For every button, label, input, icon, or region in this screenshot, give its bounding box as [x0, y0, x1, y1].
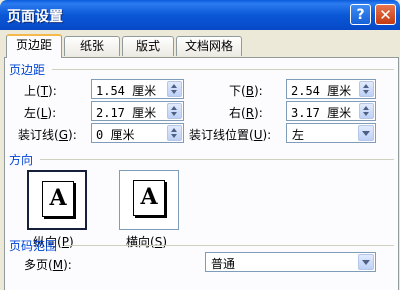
- multiple-pages-dropdown[interactable]: 普通: [205, 252, 376, 272]
- landscape-option[interactable]: A: [119, 170, 179, 230]
- chevron-down-icon[interactable]: [358, 254, 374, 270]
- tab-paper[interactable]: 纸张: [64, 36, 120, 56]
- landscape-label[interactable]: 横向(S): [126, 233, 167, 250]
- portrait-option[interactable]: A: [27, 170, 87, 230]
- window-title: 页面设置: [7, 9, 63, 25]
- spin-arrows-icon[interactable]: [359, 103, 374, 119]
- bottom-margin-spinner[interactable]: 2.54 厘米: [286, 79, 376, 99]
- bottom-margin-label: 下(B):: [229, 84, 263, 98]
- left-margin-value: 2.17 厘米: [96, 106, 157, 120]
- left-margin-spinner[interactable]: 2.17 厘米: [91, 101, 184, 121]
- chevron-down-icon[interactable]: [358, 125, 374, 141]
- bottom-margin-value: 2.54 厘米: [291, 84, 352, 98]
- pages-divider: [64, 245, 394, 246]
- spin-arrows-icon[interactable]: [167, 81, 182, 97]
- pages-section-label: 页码范围: [9, 239, 58, 253]
- right-margin-value: 3.17 厘米: [291, 106, 352, 120]
- tab-document-grid[interactable]: 文档网格: [176, 36, 242, 56]
- right-margin-spinner[interactable]: 3.17 厘米: [286, 101, 376, 121]
- orientation-section-label: 方向: [9, 153, 34, 167]
- spin-arrows-icon[interactable]: [167, 125, 182, 141]
- help-button[interactable]: ?: [350, 4, 371, 25]
- top-margin-value: 1.54 厘米: [96, 84, 157, 98]
- tab-layout[interactable]: 版式: [122, 36, 174, 56]
- multiple-pages-value: 普通: [211, 257, 236, 271]
- margins-divider: [52, 69, 394, 70]
- page-setup-dialog: 页面设置 ? ✕ 页边距 纸张 版式 文档网格 页边距 上(T): 1.54 厘…: [0, 0, 400, 290]
- top-margin-spinner[interactable]: 1.54 厘米: [91, 79, 184, 99]
- landscape-page-icon: A: [133, 180, 165, 216]
- spin-arrows-icon[interactable]: [359, 81, 374, 97]
- orientation-divider: [40, 159, 394, 160]
- gutter-position-dropdown[interactable]: 左: [286, 123, 376, 143]
- margins-section-label: 页边距: [9, 63, 46, 77]
- top-margin-label: 上(T):: [24, 84, 57, 98]
- gutter-position-value: 左: [292, 128, 305, 142]
- spin-arrows-icon[interactable]: [167, 103, 182, 119]
- portrait-page-icon: A: [42, 181, 74, 217]
- right-margin-label: 右(R):: [229, 106, 263, 120]
- gutter-value: 0 厘米: [96, 128, 135, 142]
- tab-margins[interactable]: 页边距: [6, 34, 62, 58]
- gutter-label: 装订线(G):: [18, 128, 77, 142]
- multiple-pages-label: 多页(M):: [24, 258, 72, 272]
- close-button[interactable]: ✕: [375, 4, 396, 25]
- title-bar[interactable]: 页面设置 ? ✕: [0, 0, 400, 30]
- left-margin-label: 左(L):: [24, 106, 57, 120]
- gutter-spinner[interactable]: 0 厘米: [91, 123, 184, 143]
- gutter-position-label: 装订线位置(U):: [189, 128, 272, 142]
